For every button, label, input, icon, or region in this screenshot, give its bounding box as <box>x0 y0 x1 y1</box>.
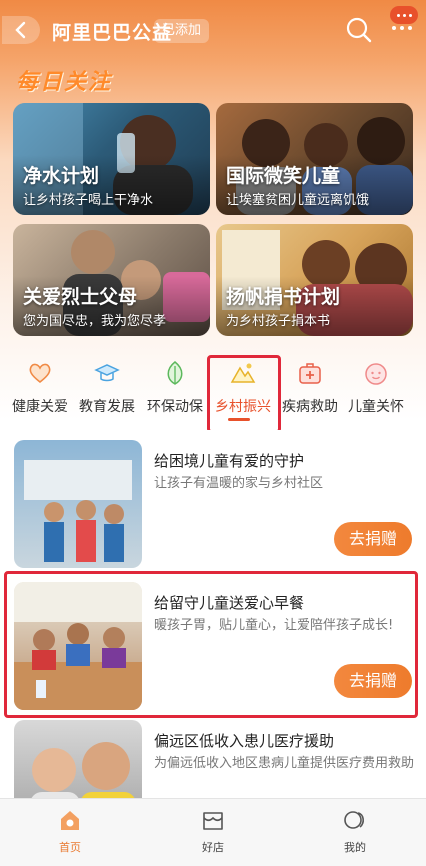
graduation-cap-icon <box>94 364 120 382</box>
chevron-left-icon <box>15 21 26 39</box>
project-thumbnail <box>14 440 142 568</box>
feature-subtitle: 为乡村孩子捐本书 <box>226 314 331 329</box>
donate-button[interactable]: 去捐赠 <box>334 522 412 556</box>
category-label: 健康关爱 <box>12 399 68 415</box>
medical-kit-icon <box>299 363 321 384</box>
project-title: 给困境儿童有爱的守护 <box>154 452 305 470</box>
shop-icon <box>203 812 223 830</box>
feature-title: 扬帆捐书计划 <box>226 286 341 308</box>
nav-good-store[interactable]: 好店 <box>183 807 243 855</box>
highlight-box-project <box>4 571 418 718</box>
project-title: 偏远区低收入患儿医疗援助 <box>154 732 335 750</box>
list-item[interactable]: 给困境儿童有爱的守护 让孩子有温暖的家与乡村社区 去捐赠 <box>0 430 426 568</box>
category-health-care[interactable]: 健康关爱 <box>5 360 75 416</box>
feature-subtitle: 让乡村孩子喝上干净水 <box>23 193 154 208</box>
highlight-box-category <box>207 355 281 433</box>
category-disease-relief[interactable]: 疾病救助 <box>275 360 345 416</box>
category-education[interactable]: 教育发展 <box>72 360 142 416</box>
app-header: 阿里巴巴公益 已添加 <box>0 0 426 60</box>
feature-subtitle: 让埃塞贫困儿童远离饥饿 <box>226 193 370 208</box>
feature-title: 关爱烈士父母 <box>23 286 138 308</box>
category-label: 环保动保 <box>147 399 203 415</box>
nav-label: 首页 <box>59 841 81 854</box>
feature-card-book-donation[interactable]: 扬帆捐书计划 为乡村孩子捐本书 <box>216 224 413 336</box>
added-badge[interactable]: 已添加 <box>154 19 210 43</box>
feature-title: 国际微笑儿童 <box>226 165 341 187</box>
feature-subtitle: 您为国尽忠，我为您尽孝 <box>23 314 167 329</box>
project-subtitle: 为偏远低收入地区患病儿童提供医疗费用救助 <box>154 756 415 771</box>
feature-card-martyr-parents[interactable]: 关爱烈士父母 您为国尽忠，我为您尽孝 <box>13 224 210 336</box>
bottom-navigation: 首页 好店 我的 <box>0 798 426 866</box>
child-face-icon <box>365 363 387 385</box>
more-dots-icon[interactable] <box>392 26 412 30</box>
category-child-care[interactable]: 儿童关怀 <box>341 360 411 416</box>
daily-focus-title: 每日关注 <box>16 70 113 95</box>
leaf-icon <box>167 361 183 385</box>
category-label: 疾病救助 <box>282 399 338 415</box>
category-label: 教育发展 <box>79 399 135 415</box>
feature-title: 净水计划 <box>23 165 100 187</box>
heart-icon <box>29 363 51 384</box>
category-environment[interactable]: 环保动保 <box>140 360 210 416</box>
nav-home[interactable]: 首页 <box>40 807 100 855</box>
feature-card-clean-water[interactable]: 净水计划 让乡村孩子喝上干净水 <box>13 103 210 215</box>
more-menu-button[interactable] <box>390 6 418 24</box>
profile-icon <box>344 811 364 829</box>
nav-label: 我的 <box>344 841 366 854</box>
nav-profile[interactable]: 我的 <box>325 807 385 855</box>
home-icon <box>61 811 79 830</box>
project-subtitle: 让孩子有温暖的家与乡村社区 <box>154 476 324 491</box>
nav-label: 好店 <box>202 841 224 854</box>
search-icon[interactable] <box>345 16 373 44</box>
feature-card-intl-smile-children[interactable]: 国际微笑儿童 让埃塞贫困儿童远离饥饿 <box>216 103 413 215</box>
back-button[interactable] <box>2 16 40 44</box>
category-label: 儿童关怀 <box>348 399 404 415</box>
